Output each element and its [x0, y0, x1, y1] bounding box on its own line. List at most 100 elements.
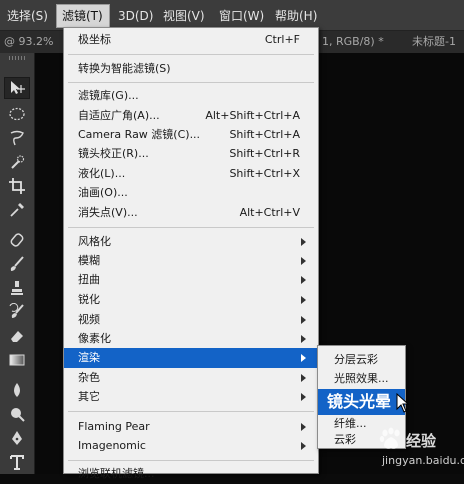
history-brush-icon[interactable]	[4, 301, 30, 323]
submenu-arrow-icon	[301, 316, 306, 324]
submenu-arrow-icon	[301, 257, 306, 265]
filter-menu: 极坐标 Ctrl+F 转换为智能滤镜(S) 滤镜库(G)... 自适应广角(A).…	[63, 27, 319, 480]
menu-item-label: 转换为智能滤镜(S)	[78, 62, 171, 75]
menu-item-noise[interactable]: 杂色	[64, 368, 318, 388]
crop-icon[interactable]	[4, 175, 30, 197]
menu-item-label: 浏览联机滤镜...	[78, 467, 155, 480]
menu-item-distort[interactable]: 扭曲	[64, 270, 318, 290]
submenu-item-lighting-effects[interactable]: 光照效果...	[318, 369, 405, 389]
menu-item-label: 镜头校正(R)...	[78, 147, 149, 160]
submenu-arrow-icon	[301, 354, 306, 362]
brush-icon[interactable]	[4, 253, 30, 275]
type-icon[interactable]	[4, 451, 30, 473]
menu-item-label: 消失点(V)...	[78, 206, 138, 219]
eraser-icon[interactable]	[4, 325, 30, 347]
menu-separator	[68, 82, 314, 83]
menu-item-shortcut: Shift+Ctrl+R	[229, 147, 300, 160]
eyedropper-icon[interactable]	[4, 199, 30, 221]
submenu-item-label: 镜头光晕	[327, 392, 392, 411]
mouse-cursor-icon	[396, 393, 410, 413]
menu-item-vanishing-point[interactable]: 消失点(V)... Alt+Ctrl+V	[64, 203, 318, 223]
baidu-paw-logo-icon	[379, 427, 400, 449]
menu-item-imagenomic[interactable]: Imagenomic	[64, 436, 318, 456]
lasso-icon[interactable]	[4, 127, 30, 149]
submenu-item-lens-flare[interactable]: 镜头光晕	[318, 389, 405, 415]
tools-panel	[0, 53, 35, 474]
menu-item-browse-online-filters[interactable]: 浏览联机滤镜...	[64, 464, 318, 484]
submenu-arrow-icon	[301, 238, 306, 246]
menu-item-label: 滤镜库(G)...	[78, 89, 139, 102]
submenu-arrow-icon	[301, 393, 306, 401]
menu-item-blur[interactable]: 模糊	[64, 251, 318, 271]
menu-item-sharpen[interactable]: 锐化	[64, 290, 318, 310]
dodge-icon[interactable]	[4, 403, 30, 425]
submenu-arrow-icon	[301, 442, 306, 450]
menu-separator	[68, 54, 314, 55]
menu-item-label: 风格化	[78, 235, 111, 248]
menu-item-filter-gallery[interactable]: 滤镜库(G)...	[64, 86, 318, 106]
menu-separator	[68, 411, 314, 412]
panel-grip[interactable]	[9, 56, 25, 60]
menu-item-liquify[interactable]: 液化(L)... Shift+Ctrl+X	[64, 164, 318, 184]
menu-item-label: 扭曲	[78, 273, 100, 286]
watermark-brand: 经验	[406, 432, 437, 450]
menu-item-label: 极坐标	[78, 33, 111, 46]
watermark: 经验 jingyan.baidu.com	[352, 420, 464, 474]
menu-separator	[68, 227, 314, 228]
gradient-icon[interactable]	[4, 349, 30, 371]
menu-3d[interactable]: 3D(D)	[113, 5, 158, 27]
menu-item-label: 自适应广角(A)...	[78, 109, 160, 122]
menu-item-other[interactable]: 其它	[64, 387, 318, 407]
menu-item-oil-paint[interactable]: 油画(O)...	[64, 183, 318, 203]
menu-item-camera-raw[interactable]: Camera Raw 滤镜(C)... Shift+Ctrl+A	[64, 125, 318, 145]
healing-brush-icon[interactable]	[4, 229, 30, 251]
menu-help[interactable]: 帮助(H)	[270, 5, 322, 27]
menu-item-shortcut: Shift+Ctrl+A	[229, 128, 300, 141]
pen-icon[interactable]	[4, 427, 30, 449]
menu-item-shortcut: Shift+Ctrl+X	[229, 167, 300, 180]
menu-item-label: 像素化	[78, 332, 111, 345]
menu-item-adaptive-wide-angle[interactable]: 自适应广角(A)... Alt+Shift+Ctrl+A	[64, 106, 318, 126]
menu-item-flaming-pear[interactable]: Flaming Pear	[64, 417, 318, 437]
menu-window[interactable]: 窗口(W)	[214, 5, 269, 27]
menu-item-label: 视频	[78, 313, 100, 326]
menu-view[interactable]: 视图(V)	[158, 5, 210, 27]
menu-item-label: 油画(O)...	[78, 186, 128, 199]
menu-item-stylize[interactable]: 风格化	[64, 232, 318, 252]
document-tab-rgb[interactable]: 1, RGB/8) *	[318, 31, 388, 53]
menu-item-lens-correction[interactable]: 镜头校正(R)... Shift+Ctrl+R	[64, 144, 318, 164]
menu-item-label: 渲染	[78, 351, 100, 364]
submenu-arrow-icon	[301, 335, 306, 343]
blur-icon[interactable]	[4, 379, 30, 401]
menu-item-pixelate[interactable]: 像素化	[64, 329, 318, 349]
menu-item-label: 模糊	[78, 254, 100, 267]
submenu-arrow-icon	[301, 296, 306, 304]
menu-item-label: 液化(L)...	[78, 167, 126, 180]
menu-separator	[68, 460, 314, 461]
document-tab-zoom[interactable]: @ 93.2%	[0, 31, 57, 53]
menu-item-label: Flaming Pear	[78, 420, 150, 433]
clone-stamp-icon[interactable]	[4, 277, 30, 299]
document-tab-untitled[interactable]: 未标题-1	[408, 31, 460, 53]
menu-item-convert-smart-filter[interactable]: 转换为智能滤镜(S)	[64, 59, 318, 79]
submenu-item-difference-clouds[interactable]: 分层云彩	[318, 350, 405, 370]
submenu-item-label: 分层云彩	[334, 353, 378, 366]
menu-item-label: 锐化	[78, 293, 100, 306]
menu-item-label: 其它	[78, 390, 100, 403]
submenu-item-label: 光照效果...	[334, 372, 389, 385]
menu-item-last-filter[interactable]: 极坐标 Ctrl+F	[64, 30, 318, 50]
menu-item-shortcut: Ctrl+F	[264, 33, 300, 46]
menu-item-render[interactable]: 渲染	[64, 348, 318, 368]
menu-item-label: Imagenomic	[78, 439, 146, 452]
elliptical-marquee-icon[interactable]	[4, 103, 30, 125]
menu-item-video[interactable]: 视频	[64, 310, 318, 330]
menu-filter[interactable]: 滤镜(T)	[56, 4, 110, 28]
submenu-arrow-icon	[301, 374, 306, 382]
menu-select[interactable]: 选择(S)	[2, 5, 53, 27]
watermark-url: jingyan.baidu.com	[382, 454, 464, 467]
submenu-arrow-icon	[301, 423, 306, 431]
quick-selection-icon[interactable]	[4, 151, 30, 173]
move-icon[interactable]	[4, 77, 30, 99]
menu-item-label: 杂色	[78, 371, 100, 384]
submenu-arrow-icon	[301, 276, 306, 284]
